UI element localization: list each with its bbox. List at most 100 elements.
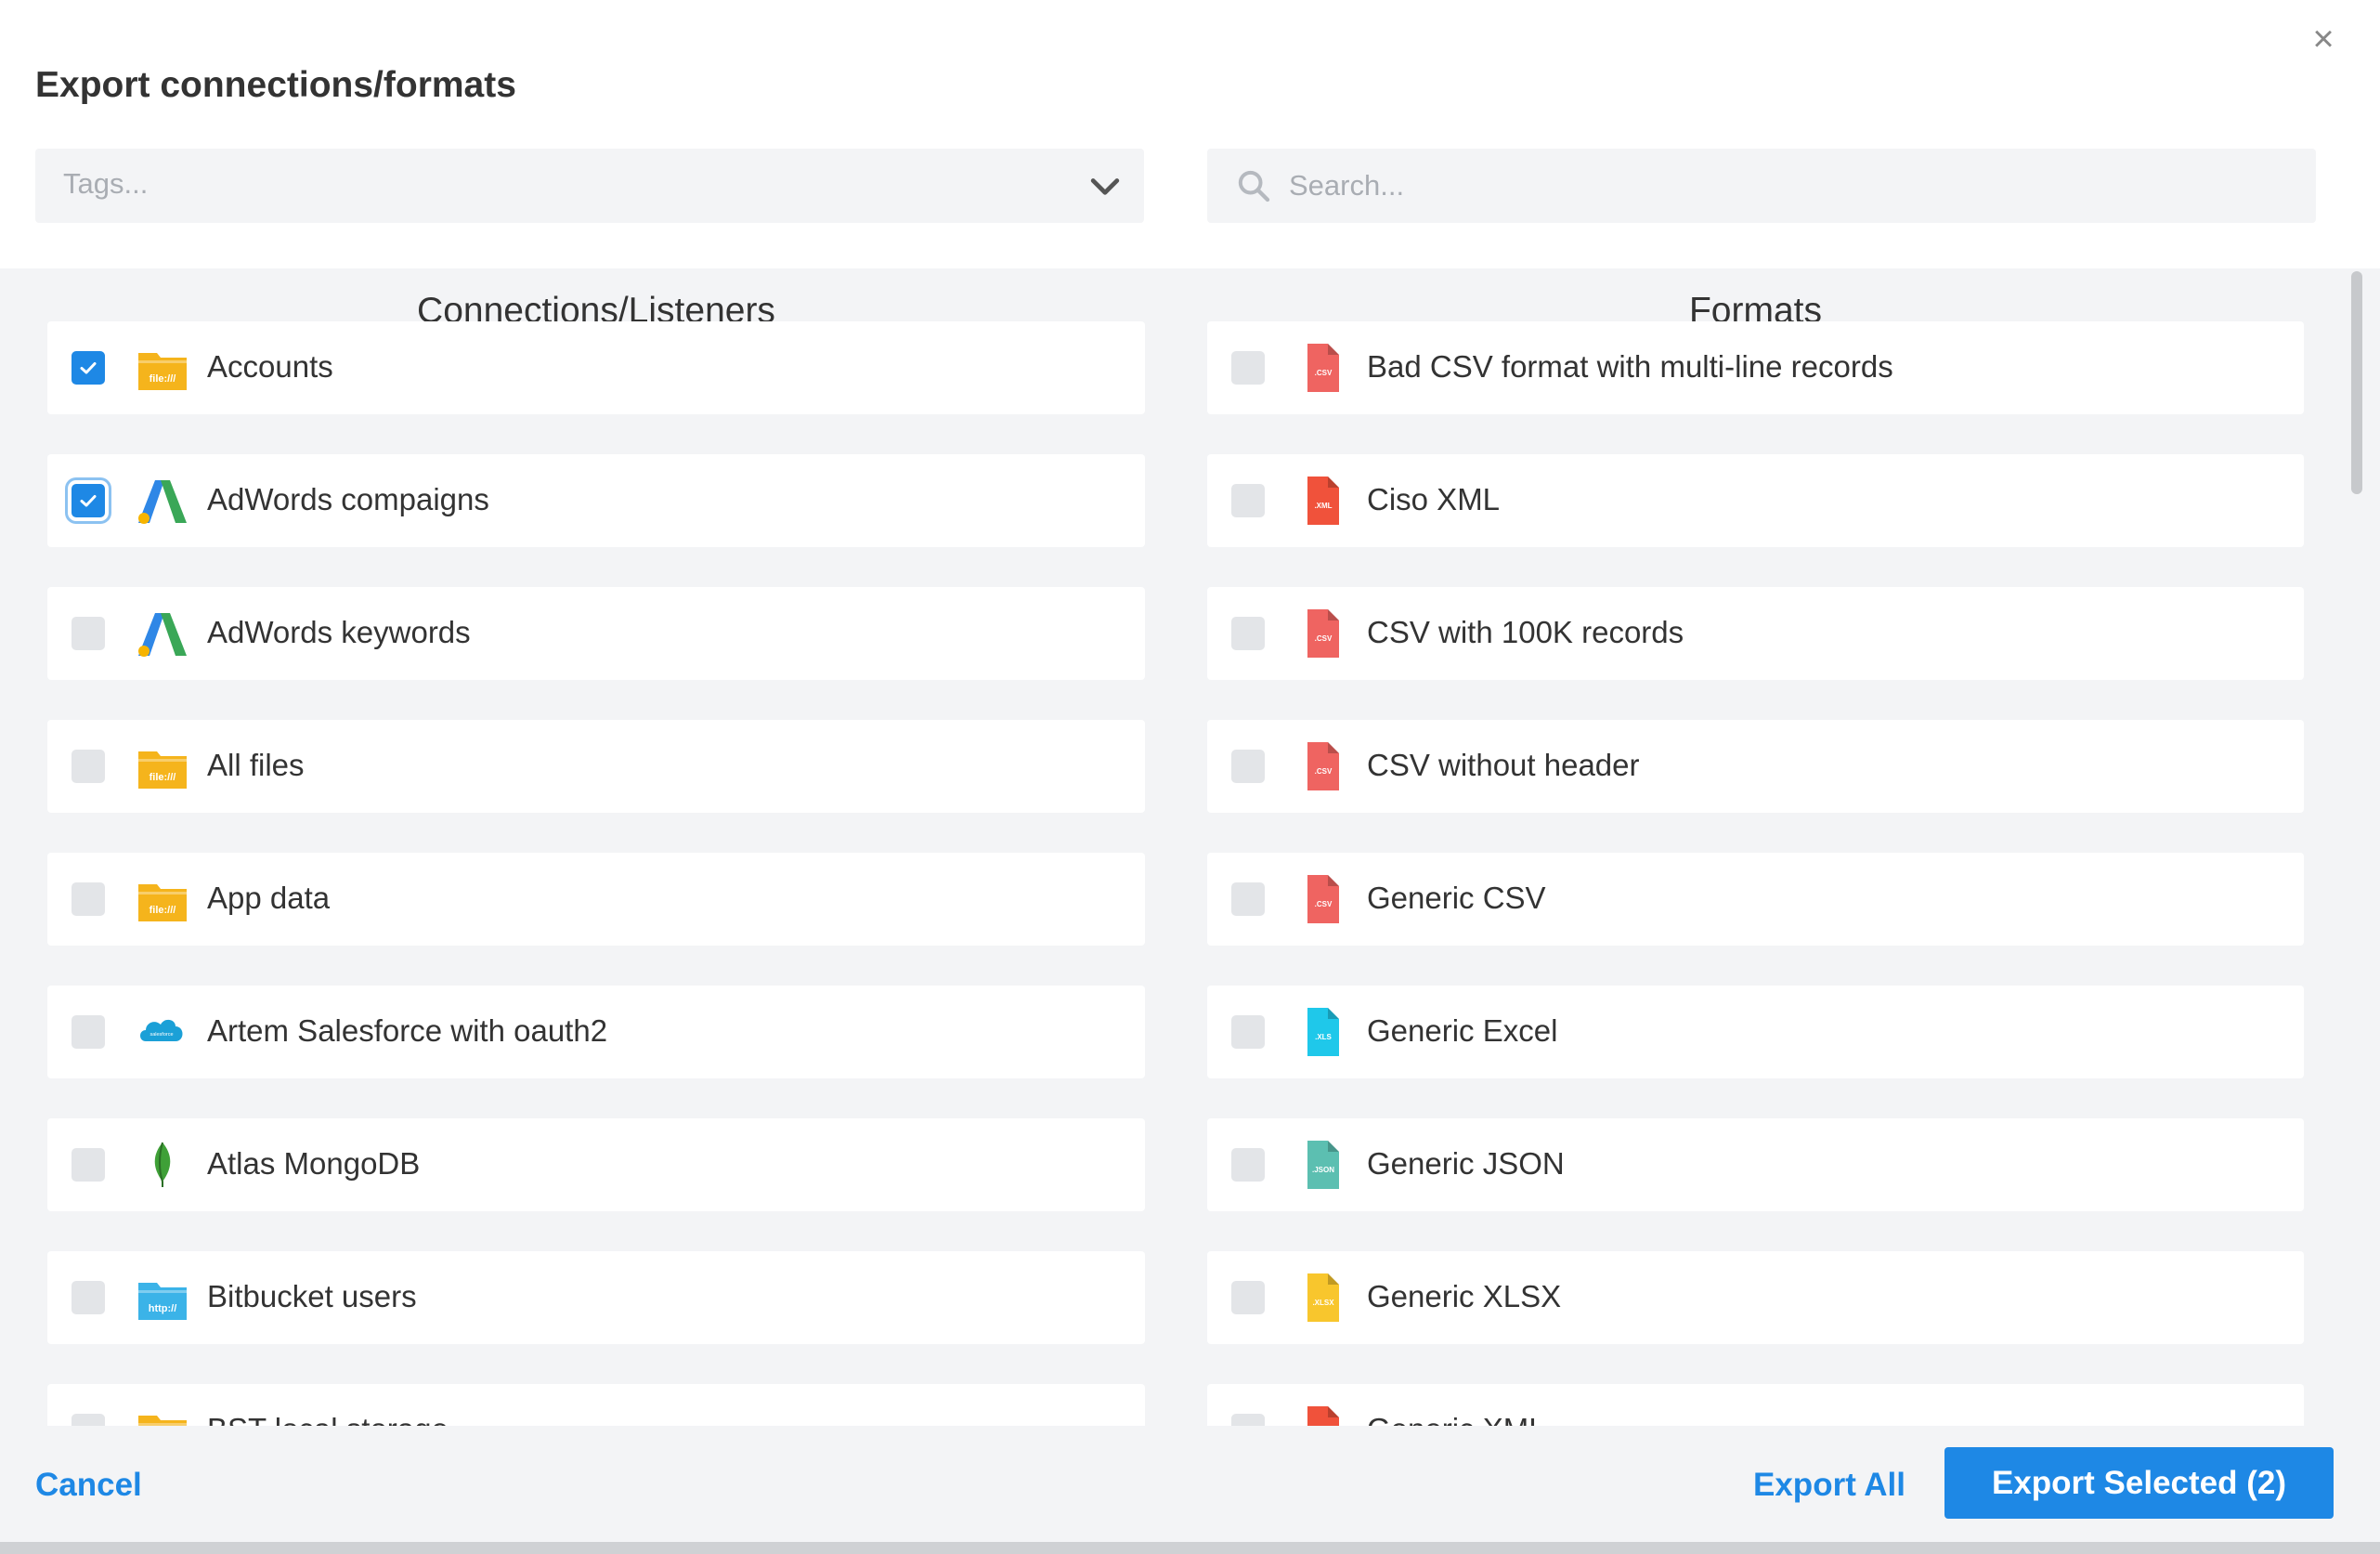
format-checkbox[interactable] [1231, 1015, 1265, 1049]
scrollbar-thumb[interactable] [2351, 271, 2362, 494]
svg-text:.XLS: .XLS [1315, 1033, 1332, 1041]
connections-column: Connections/Listeners file:///Accounts Ad… [47, 268, 1145, 1426]
json-file-icon: .JSON [1296, 1139, 1348, 1191]
format-row[interactable]: .XML Generic XML [1207, 1384, 2304, 1426]
connection-checkbox[interactable] [72, 750, 105, 783]
export-all-button[interactable]: Export All [1753, 1467, 1905, 1504]
adwords-icon [137, 475, 189, 527]
format-row[interactable]: .CSV CSV without header [1207, 720, 2304, 813]
format-label: Ciso XML [1367, 482, 1501, 516]
dialog-title: Export connections/formats [35, 65, 516, 105]
format-checkbox[interactable] [1231, 882, 1265, 916]
format-label: Generic JSON [1367, 1146, 1565, 1181]
format-checkbox[interactable] [1231, 617, 1265, 650]
connection-checkbox[interactable] [72, 1414, 105, 1426]
svg-text:.CSV: .CSV [1315, 767, 1333, 776]
connection-checkbox[interactable] [72, 882, 105, 916]
svg-text:.CSV: .CSV [1315, 369, 1333, 377]
export-selected-button[interactable]: Export Selected (2) [1944, 1447, 2334, 1519]
format-label: Generic XLSX [1367, 1279, 1562, 1313]
connection-label: Accounts [207, 349, 333, 384]
file-folder-icon: file:/// [137, 342, 189, 394]
dialog-header: Export connections/formats × Tags... Sea… [0, 0, 2380, 268]
xlsx-file-icon: .XLSX [1296, 1272, 1348, 1324]
dialog-body: Connections/Listeners file:///Accounts Ad… [0, 268, 2349, 1426]
svg-text:salesforce: salesforce [150, 1032, 173, 1038]
format-row[interactable]: .CSV Generic CSV [1207, 853, 2304, 946]
format-checkbox[interactable] [1231, 1414, 1265, 1426]
connection-row[interactable]: file:/// App data [47, 853, 1145, 946]
svg-text:.XLSX: .XLSX [1312, 1299, 1334, 1307]
svg-text:http://: http:// [149, 1303, 177, 1314]
search-placeholder: Search... [1289, 169, 1405, 202]
format-row[interactable]: .JSON Generic JSON [1207, 1118, 2304, 1211]
csv-file-icon: .CSV [1296, 607, 1348, 659]
connection-row[interactable]: AdWords compaigns [47, 454, 1145, 547]
connection-checkbox[interactable] [72, 617, 105, 650]
format-row[interactable]: .CSV Bad CSV format with multi-line recor… [1207, 321, 2304, 414]
chevron-down-icon [1090, 178, 1120, 195]
checkmark-icon [80, 362, 97, 374]
file-folder-icon: file:/// [137, 1404, 189, 1426]
svg-text:.XML: .XML [1314, 502, 1332, 510]
http-folder-icon: http:// [137, 1272, 189, 1324]
file-folder-icon: file:/// [137, 740, 189, 792]
tags-placeholder: Tags... [63, 167, 149, 200]
search-icon [1238, 170, 1270, 202]
connection-row[interactable]: AdWords keywords [47, 587, 1145, 680]
xml-file-icon: .XML [1296, 1404, 1348, 1426]
connection-checkbox[interactable] [72, 351, 105, 385]
salesforce-icon: salesforce [137, 1006, 189, 1058]
background-page-strip [0, 1542, 2380, 1554]
format-checkbox[interactable] [1231, 484, 1265, 517]
format-checkbox[interactable] [1231, 1281, 1265, 1314]
connection-label: Atlas MongoDB [207, 1146, 421, 1181]
svg-text:.CSV: .CSV [1315, 634, 1333, 643]
svg-text:.JSON: .JSON [1312, 1166, 1334, 1174]
format-checkbox[interactable] [1231, 750, 1265, 783]
format-label: Generic Excel [1367, 1013, 1558, 1048]
cancel-button[interactable]: Cancel [35, 1467, 142, 1504]
connection-label: All files [207, 748, 305, 782]
format-label: CSV without header [1367, 748, 1640, 782]
adwords-icon [137, 607, 189, 659]
xls-file-icon: .XLS [1296, 1006, 1348, 1058]
connection-label: Artem Salesforce with oauth2 [207, 1013, 608, 1048]
svg-text:file:///: file:/// [150, 772, 176, 783]
search-input[interactable]: Search... [1207, 149, 2316, 223]
connection-row[interactable]: file:/// All files [47, 720, 1145, 813]
connection-row[interactable]: http:// Bitbucket users [47, 1251, 1145, 1344]
connection-label: AdWords keywords [207, 615, 471, 649]
format-label: CSV with 100K records [1367, 615, 1684, 649]
xml-file-icon: .XML [1296, 475, 1348, 527]
svg-text:.CSV: .CSV [1315, 900, 1333, 908]
svg-text:file:///: file:/// [150, 905, 176, 916]
format-row[interactable]: .XLS Generic Excel [1207, 986, 2304, 1078]
connection-label: Bitbucket users [207, 1279, 417, 1313]
format-label: Bad CSV format with multi-line records [1367, 349, 1893, 384]
connection-row[interactable]: salesforce Artem Salesforce with oauth2 [47, 986, 1145, 1078]
connection-label: BST local storage [207, 1412, 449, 1426]
format-row[interactable]: .XLSX Generic XLSX [1207, 1251, 2304, 1344]
csv-file-icon: .CSV [1296, 740, 1348, 792]
connection-row[interactable]: file:/// BST local storage [47, 1384, 1145, 1426]
format-row[interactable]: .CSV CSV with 100K records [1207, 587, 2304, 680]
format-checkbox[interactable] [1231, 351, 1265, 385]
connection-checkbox[interactable] [72, 1148, 105, 1182]
csv-file-icon: .CSV [1296, 342, 1348, 394]
format-row[interactable]: .XML Ciso XML [1207, 454, 2304, 547]
connection-checkbox[interactable] [72, 484, 105, 517]
checkmark-icon [80, 495, 97, 507]
format-label: Generic XML [1367, 1412, 1546, 1426]
close-icon[interactable]: × [2305, 19, 2342, 59]
connection-checkbox[interactable] [72, 1281, 105, 1314]
connection-checkbox[interactable] [72, 1015, 105, 1049]
svg-text:file:///: file:/// [150, 373, 176, 385]
connection-row[interactable]: Atlas MongoDB [47, 1118, 1145, 1211]
format-checkbox[interactable] [1231, 1148, 1265, 1182]
tags-select[interactable]: Tags... [35, 149, 1144, 223]
file-folder-icon: file:/// [137, 873, 189, 925]
connection-row[interactable]: file:/// Accounts [47, 321, 1145, 414]
connection-label: AdWords compaigns [207, 482, 489, 516]
connection-label: App data [207, 881, 331, 915]
